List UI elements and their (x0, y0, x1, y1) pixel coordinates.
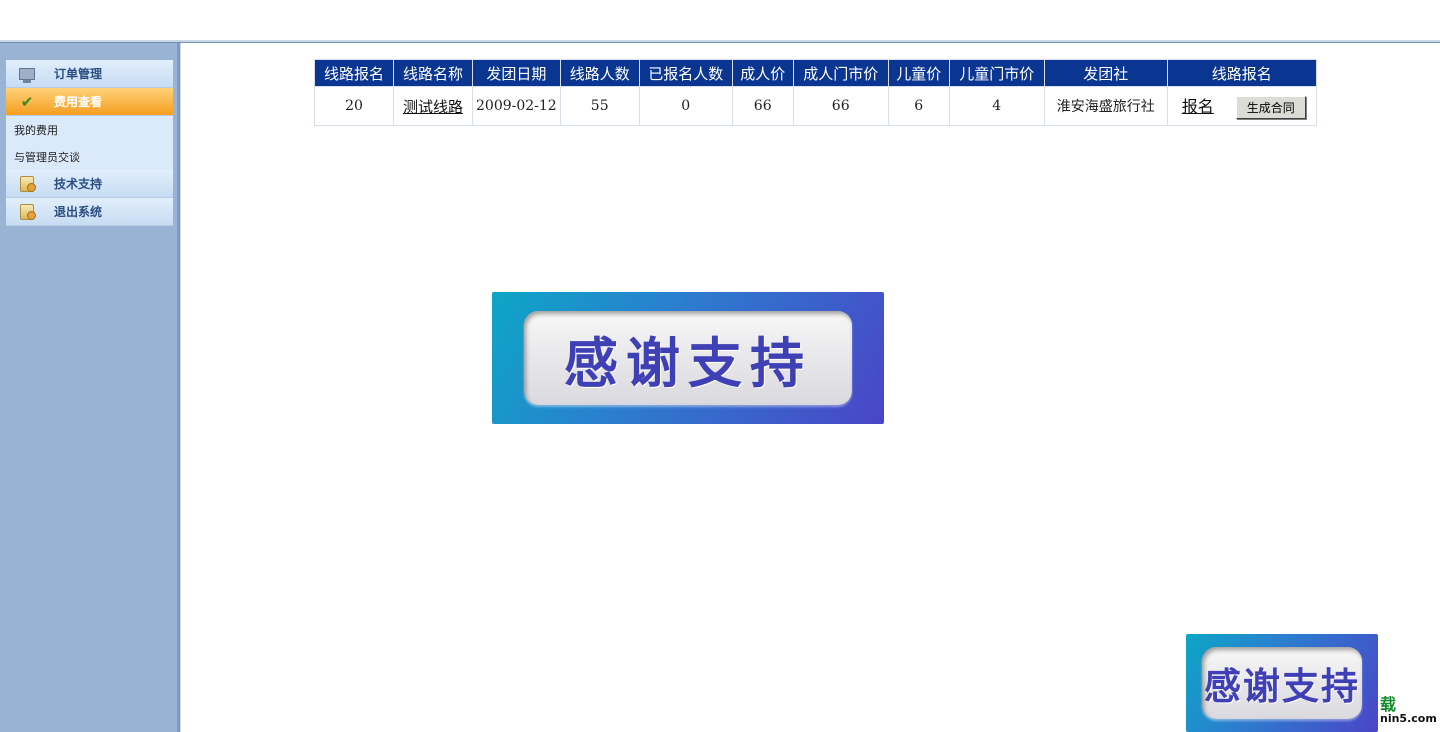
thanks-banner-large: 感谢支持 (492, 292, 884, 424)
cell-adult-price: 66 (731, 86, 794, 126)
route-table: 线路报名 线路名称 发团日期 线路人数 已报名人数 成人价 成人门市价 儿童价 … (314, 59, 1317, 126)
menu-item-label: 订单管理 (54, 67, 103, 81)
column-header: 成人门市价 (792, 59, 889, 87)
banner-text: 感谢支持 (1204, 665, 1360, 708)
document-icon (18, 203, 36, 220)
menu-item-order-management[interactable]: 订单管理 (6, 60, 173, 88)
submenu-my-fees[interactable]: 我的费用 (6, 116, 173, 143)
submenu-chat-admin[interactable]: 与管理员交谈 (6, 143, 173, 170)
column-header: 线路报名 (314, 59, 394, 87)
header-divider-dark (0, 42, 1440, 43)
sidebar-menu: 订单管理 ✔ 费用查看 我的费用 与管理员交谈 技术支持 退出系统 (6, 60, 173, 226)
cell-child-retail: 4 (948, 86, 1045, 126)
check-icon: ✔ (20, 92, 34, 111)
column-header: 成人价 (731, 59, 794, 87)
route-name-link[interactable]: 测试线路 (403, 98, 463, 116)
column-header: 儿童门市价 (948, 59, 1045, 87)
column-header: 发团社 (1043, 59, 1168, 87)
cell-adult-retail: 66 (792, 86, 889, 126)
menu-item-fee-view[interactable]: ✔ 费用查看 (6, 88, 173, 116)
document-icon (18, 175, 36, 192)
column-header: 线路人数 (559, 59, 640, 87)
sidebar-edge-light (180, 43, 181, 732)
column-header: 儿童价 (887, 59, 950, 87)
cell-signup: 报名 生成合同 (1166, 86, 1317, 126)
banner-text: 感谢支持 (564, 331, 812, 395)
watermark: 载 nin5.com (1380, 695, 1437, 726)
column-header: 发团日期 (472, 59, 561, 87)
column-header: 线路名称 (393, 59, 473, 87)
top-header (0, 0, 1440, 40)
column-header: 线路报名 (1166, 59, 1317, 87)
cell-enrolled: 0 (638, 86, 733, 126)
menu-item-logout[interactable]: 退出系统 (6, 198, 173, 226)
menu-item-label: 退出系统 (54, 205, 103, 219)
table-row: 20 测试线路 2009-02-12 55 0 66 66 6 4 淮安海盛旅行… (314, 86, 1317, 126)
thanks-banner-small: 感谢支持 (1186, 634, 1378, 732)
menu-item-label: 费用查看 (54, 95, 103, 109)
watermark-text: nin5.com (1380, 712, 1437, 725)
cell-capacity: 55 (559, 86, 640, 126)
table-header-row: 线路报名 线路名称 发团日期 线路人数 已报名人数 成人价 成人门市价 儿童价 … (314, 59, 1317, 87)
cell-child-price: 6 (887, 86, 950, 126)
banner-plate: 感谢支持 (524, 311, 852, 405)
banner-plate: 感谢支持 (1202, 647, 1362, 719)
fee-submenu: 我的费用 与管理员交谈 (6, 116, 173, 170)
computer-icon (18, 66, 36, 83)
column-header: 已报名人数 (638, 59, 733, 87)
cell-id: 20 (314, 86, 394, 126)
menu-item-label: 技术支持 (54, 177, 103, 191)
generate-contract-button[interactable]: 生成合同 (1235, 96, 1306, 119)
signup-link[interactable]: 报名 (1182, 97, 1214, 116)
watermark-glyph: 载 (1380, 695, 1397, 714)
cell-agency: 淮安海盛旅行社 (1043, 86, 1168, 126)
cell-route-name: 测试线路 (393, 86, 473, 126)
cell-date: 2009-02-12 (472, 86, 561, 126)
menu-item-tech-support[interactable]: 技术支持 (6, 170, 173, 198)
